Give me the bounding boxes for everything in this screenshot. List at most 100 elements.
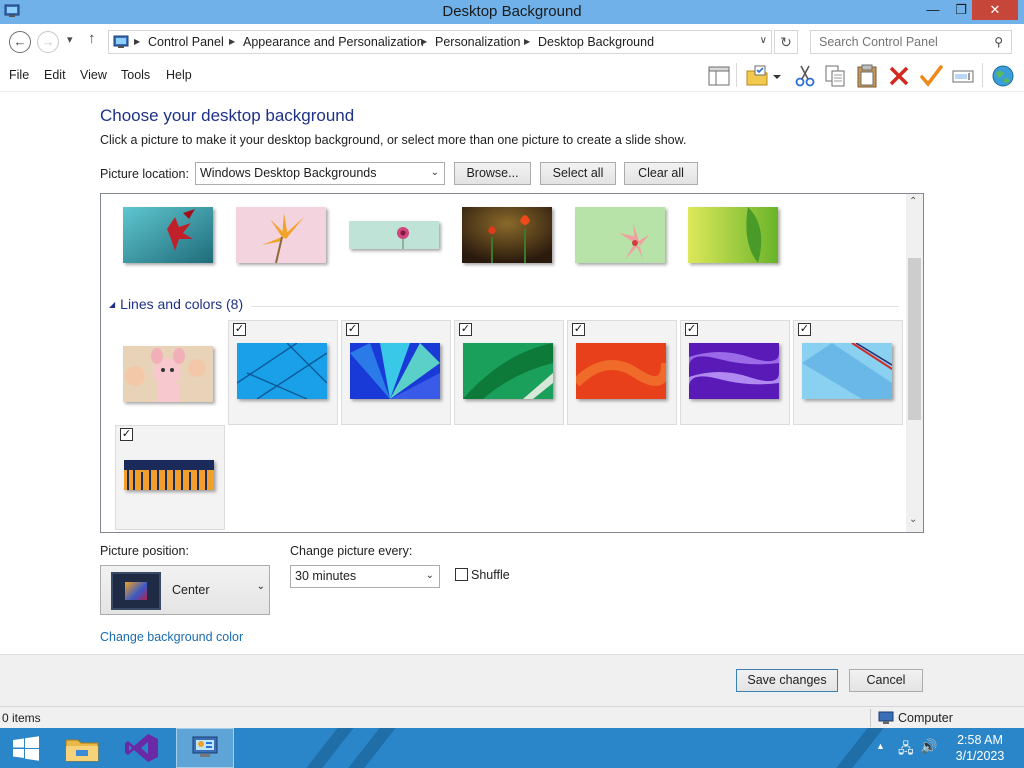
picture-location-select[interactable]: Windows Desktop Backgrounds ⌄ — [195, 162, 445, 185]
wallpaper-thumb-orange-flower-pink[interactable] — [236, 207, 326, 263]
action-bar: Save changes Cancel — [0, 654, 1024, 706]
breadcrumb-separator[interactable]: ▶ — [524, 37, 530, 46]
picture-position-select[interactable]: Center ⌄ — [100, 565, 270, 615]
minimize-button[interactable]: — — [920, 0, 946, 20]
browse-button[interactable]: Browse... — [454, 162, 531, 185]
folder-options-icon[interactable] — [744, 63, 770, 89]
wallpaper-thumb-green-leaf[interactable] — [688, 207, 778, 263]
breadcrumb-control-panel[interactable]: Control Panel — [148, 35, 224, 49]
wallpaper-cell-green-sweep[interactable]: ✓ — [454, 320, 564, 425]
gallery-scrollbar[interactable]: ⌃ ⌄ — [906, 194, 923, 532]
wallpaper-thumb-red-tulips-dark[interactable] — [462, 207, 552, 263]
wallpaper-thumb-city-skyline[interactable] — [124, 460, 214, 490]
position-preview-image — [111, 572, 161, 610]
change-interval-select[interactable]: 30 minutes ⌄ — [290, 565, 440, 588]
wallpaper-cell-blue-lines[interactable]: ✓ — [228, 320, 338, 425]
select-all-button[interactable]: Select all — [540, 162, 616, 185]
menu-edit[interactable]: Edit — [44, 68, 66, 82]
wallpaper-cell-orange-swirl[interactable]: ✓ — [567, 320, 677, 425]
menu-tools[interactable]: Tools — [121, 68, 150, 82]
scroll-up-icon[interactable]: ⌃ — [909, 196, 917, 207]
file-explorer-icon[interactable] — [56, 728, 108, 768]
properties-check-icon[interactable] — [918, 63, 944, 89]
change-background-color-link[interactable]: Change background color — [100, 630, 243, 644]
breadcrumb-personalization[interactable]: Personalization — [435, 35, 520, 49]
wallpaper-cell-light-blue-lines[interactable]: ✓ — [793, 320, 903, 425]
copy-icon[interactable] — [822, 63, 848, 89]
collapse-icon[interactable]: ◢ — [109, 300, 115, 309]
back-button[interactable]: ← — [9, 31, 31, 53]
breadcrumb-desktop-background[interactable]: Desktop Background — [538, 35, 654, 49]
save-changes-button[interactable]: Save changes — [736, 669, 838, 692]
up-button[interactable]: ↑ — [88, 30, 96, 47]
wallpaper-checkbox[interactable]: ✓ — [798, 323, 811, 336]
search-icon[interactable]: ⚲ — [994, 35, 1003, 49]
clear-all-button[interactable]: Clear all — [624, 162, 698, 185]
chevron-down-icon: ⌄ — [425, 570, 434, 581]
recent-locations-button[interactable]: ▾ — [67, 33, 73, 46]
control-panel-taskbar-button[interactable] — [176, 728, 234, 768]
menu-view[interactable]: View — [80, 68, 107, 82]
breadcrumb-separator[interactable]: ▶ — [421, 37, 427, 46]
search-input[interactable] — [819, 32, 989, 52]
wallpaper-cell-blue-fan[interactable]: ✓ — [341, 320, 451, 425]
shuffle-checkbox-box[interactable] — [455, 568, 468, 581]
shuffle-checkbox[interactable]: Shuffle — [455, 568, 510, 582]
wallpaper-checkbox[interactable]: ✓ — [685, 323, 698, 336]
page-subtitle: Click a picture to make it your desktop … — [100, 133, 687, 147]
breadcrumb-appearance[interactable]: Appearance and Personalization — [243, 35, 424, 49]
breadcrumb-separator[interactable]: ▶ — [134, 37, 140, 46]
status-divider — [870, 709, 871, 727]
rename-icon[interactable] — [950, 63, 976, 89]
globe-icon[interactable] — [990, 63, 1016, 89]
wallpaper-thumb-purple-waves[interactable] — [689, 343, 779, 399]
wallpaper-thumb-cartoon-character[interactable] — [123, 346, 213, 402]
cancel-button[interactable]: Cancel — [849, 669, 923, 692]
wallpaper-thumb-pink-flower-mint[interactable] — [349, 221, 439, 249]
menu-help[interactable]: Help — [166, 68, 192, 82]
wallpaper-checkbox[interactable]: ✓ — [233, 323, 246, 336]
wallpaper-checkbox[interactable]: ✓ — [346, 323, 359, 336]
address-bar[interactable]: ▶ Control Panel ▶ Appearance and Persona… — [108, 30, 772, 54]
wallpaper-checkbox[interactable]: ✓ — [572, 323, 585, 336]
close-button[interactable]: ✕ — [972, 0, 1018, 20]
cut-icon[interactable] — [792, 63, 818, 89]
wallpaper-thumb-green-sweep[interactable] — [463, 343, 553, 399]
forward-button[interactable]: → — [37, 31, 59, 53]
system-clock[interactable]: 2:58 AM 3/1/2023 — [944, 732, 1016, 764]
wallpaper-thumb-red-flower-teal[interactable] — [123, 207, 213, 263]
show-hidden-icons[interactable]: ▲ — [876, 741, 885, 751]
search-box[interactable]: ⚲ — [810, 30, 1012, 54]
group-lines-and-colors[interactable]: ◢ Lines and colors (8) — [109, 296, 243, 312]
wallpaper-checkbox[interactable]: ✓ — [459, 323, 472, 336]
maximize-button[interactable]: ❐ — [948, 0, 974, 20]
paste-icon[interactable] — [854, 63, 880, 89]
menu-file[interactable]: File — [9, 68, 29, 82]
volume-icon[interactable]: 🔊 — [920, 738, 937, 755]
wallpaper-thumb-blue-fan[interactable] — [350, 343, 440, 399]
network-icon[interactable]: 🖧 — [898, 738, 914, 762]
wallpaper-thumb-light-blue-lines[interactable] — [802, 343, 892, 399]
picture-gallery[interactable]: ◢ Lines and colors (8) ✓ ✓ ✓ ✓ ✓ ✓ ✓ ⌃ ⌄ — [100, 193, 924, 533]
wallpaper-thumb-orange-swirl[interactable] — [576, 343, 666, 399]
shuffle-label: Shuffle — [471, 568, 510, 582]
scroll-down-icon[interactable]: ⌄ — [909, 514, 917, 525]
folder-options-dropdown-icon[interactable] — [770, 63, 784, 89]
status-bar: 0 items Computer — [0, 706, 1024, 728]
start-icon[interactable] — [0, 728, 52, 768]
layout-pane-icon[interactable] — [706, 63, 732, 89]
delete-icon[interactable] — [886, 63, 912, 89]
picture-position-value: Center — [172, 583, 210, 597]
wallpaper-cell-purple-waves[interactable]: ✓ — [680, 320, 790, 425]
wallpaper-cell-city-skyline[interactable]: ✓ — [115, 425, 225, 530]
control-panel-icon — [113, 35, 129, 48]
visual-studio-icon[interactable] — [116, 728, 168, 768]
wallpaper-thumb-pink-flower-green[interactable] — [575, 207, 665, 263]
change-interval-value: 30 minutes — [295, 569, 357, 583]
wallpaper-checkbox[interactable]: ✓ — [120, 428, 133, 441]
wallpaper-thumb-blue-lines[interactable] — [237, 343, 327, 399]
refresh-button[interactable]: ↻ — [774, 30, 798, 54]
scrollbar-thumb[interactable] — [908, 258, 921, 420]
breadcrumb-separator[interactable]: ▶ — [229, 37, 235, 46]
address-dropdown-icon[interactable]: ∨ — [760, 35, 767, 46]
